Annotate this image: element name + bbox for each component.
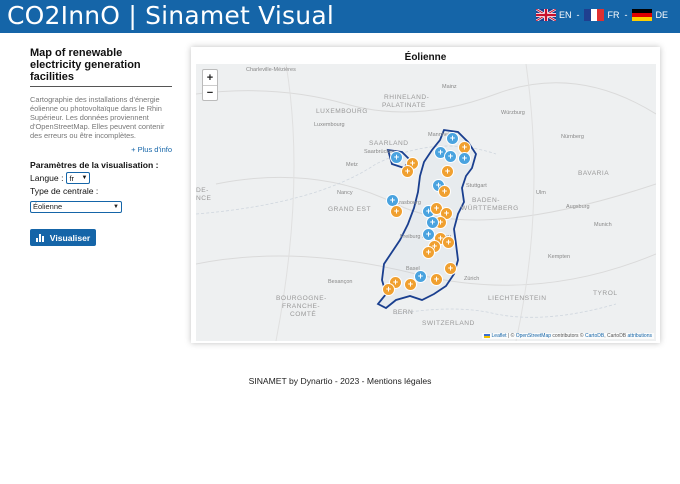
lang-en-link[interactable]: EN — [559, 10, 572, 20]
map-label-city: Luxembourg — [314, 122, 345, 128]
lang-separator: - — [624, 10, 628, 20]
sidebar: Map of renewable electricity generation … — [30, 47, 172, 246]
map-label-region: BOURGOGNE- — [276, 295, 327, 302]
uk-flag-icon[interactable] — [535, 9, 556, 21]
map-label-region: BAVARIA — [578, 170, 610, 177]
lang-separator: - — [576, 10, 580, 20]
attribution-text: | © — [506, 333, 516, 339]
map-label-city: Munich — [594, 222, 612, 228]
language-select-value: fr — [69, 173, 75, 183]
wind-cluster-marker[interactable]: + — [430, 273, 443, 286]
lang-de-link[interactable]: DE — [655, 10, 668, 20]
chevron-down-icon: ▼ — [81, 175, 88, 181]
map-label-region: GRAND EST — [328, 206, 371, 213]
zoom-control: + − — [202, 69, 218, 101]
osm-link[interactable]: OpenStreetMap — [516, 333, 551, 339]
map-label-city: Mainz — [442, 84, 457, 90]
map-label-city: Metz — [346, 162, 358, 168]
zoom-out-button[interactable]: − — [203, 85, 217, 100]
wind-cluster-marker[interactable]: + — [438, 185, 451, 198]
language-switcher: EN - FR - DE — [535, 9, 668, 21]
chevron-down-icon: ▼ — [113, 203, 119, 210]
wind-cluster-marker[interactable]: + — [444, 262, 457, 275]
map-view[interactable]: Charleville-Mézières LUXEMBOURG Luxembou… — [196, 64, 656, 341]
map-card: Éolienne Charleville-Mézières LUXEMBOURG… — [191, 47, 660, 343]
map-label-city: Nancy — [337, 190, 353, 196]
footer-middle: - 2023 - — [332, 376, 367, 386]
map-label-region: TYROL — [593, 290, 618, 297]
wind-cluster-marker[interactable]: + — [458, 152, 471, 165]
cartodb-link[interactable]: CartoDB — [585, 333, 604, 339]
map-label-region: FRANCHE- — [282, 303, 321, 310]
zoom-in-button[interactable]: + — [203, 70, 217, 85]
wind-cluster-marker[interactable]: + — [390, 205, 403, 218]
map-label-city: Zürich — [464, 276, 480, 282]
map-label-region: COMTÉ — [290, 311, 317, 318]
map-label-city: Augsburg — [566, 204, 590, 210]
map-label-city: Besançon — [328, 279, 353, 285]
wind-cluster-marker[interactable]: + — [404, 278, 417, 291]
map-title: Éolienne — [404, 52, 447, 63]
wind-cluster-marker[interactable]: + — [422, 246, 435, 259]
map-label-city: Ulm — [536, 190, 546, 196]
wind-cluster-marker[interactable]: + — [441, 165, 454, 178]
type-label: Type de centrale : — [30, 186, 99, 196]
map-label-city: Stuttgart — [466, 183, 487, 189]
wind-cluster-marker[interactable]: + — [446, 132, 459, 145]
author-link[interactable]: Dynartio — [301, 376, 333, 386]
language-row: Langue : fr ▼ — [30, 172, 172, 184]
header-bar: CO2InnO | Sinamet Visual EN - FR - DE — [0, 0, 680, 33]
map-label-region: DE- — [196, 187, 209, 194]
wind-cluster-marker[interactable]: + — [390, 151, 403, 164]
ukraine-flag-icon — [484, 333, 491, 338]
page-heading: Map of renewable electricity generation … — [30, 47, 172, 87]
wind-cluster-marker[interactable]: + — [444, 150, 457, 163]
map-label-region: NCE — [196, 195, 212, 202]
attributions-link[interactable]: attributions — [628, 333, 652, 339]
map-label-region: BERN — [393, 309, 414, 316]
map-label-region: LUXEMBOURG — [316, 108, 368, 115]
plant-type-select-value: Éolienne — [33, 202, 63, 211]
plant-type-select[interactable]: Éolienne ▼ — [30, 200, 122, 213]
map-label-region: BADEN- — [472, 197, 500, 204]
attribution-text: , CartoDB — [604, 333, 628, 339]
map-label-city: Kempten — [548, 254, 571, 260]
app-title: CO2InnO | Sinamet Visual — [7, 1, 334, 30]
map-label-city: Charleville-Mézières — [246, 67, 296, 73]
leaflet-link[interactable]: Leaflet — [492, 333, 507, 339]
france-flag-icon[interactable] — [584, 9, 605, 21]
map-label-city: Würzburg — [501, 110, 525, 116]
lang-fr-link[interactable]: FR — [607, 10, 619, 20]
visualize-button-label: Visualiser — [49, 232, 91, 243]
more-info-link[interactable]: + Plus d'info — [30, 145, 172, 154]
description-text: Cartographie des installations d'énergie… — [30, 95, 165, 140]
germany-flag-icon[interactable] — [632, 9, 653, 21]
language-select[interactable]: fr ▼ — [66, 172, 91, 184]
footer-prefix: SINAMET by — [248, 376, 301, 386]
wind-cluster-marker[interactable]: + — [442, 236, 455, 249]
visualize-button[interactable]: Visualiser — [30, 229, 96, 246]
wind-cluster-marker[interactable]: + — [382, 283, 395, 296]
map-label-region: SAARLAND — [369, 140, 409, 147]
map-label-region: LIECHTENSTEIN — [488, 295, 547, 302]
map-label-region: PALATINATE — [382, 102, 426, 109]
map-label-city: Nürnberg — [561, 134, 584, 140]
params-title: Paramètres de la visualisation : — [30, 160, 159, 170]
map-background — [196, 64, 656, 341]
wind-cluster-marker[interactable]: + — [401, 165, 414, 178]
language-label: Langue : — [30, 173, 64, 183]
map-label-region: RHINELAND- — [384, 94, 430, 101]
map-label-region: SWITZERLAND — [422, 320, 475, 327]
legal-notice-link[interactable]: Mentions légales — [367, 376, 432, 386]
map-attribution: Leaflet | © OpenStreetMap contributors ©… — [482, 333, 654, 339]
type-label-row: Type de centrale : — [30, 186, 172, 196]
map-label-region: WÜRTTEMBERG — [461, 205, 519, 212]
bar-chart-icon — [35, 233, 45, 242]
footer: SINAMET by Dynartio - 2023 - Mentions lé… — [0, 376, 680, 386]
attribution-text: contributors © — [551, 333, 585, 339]
